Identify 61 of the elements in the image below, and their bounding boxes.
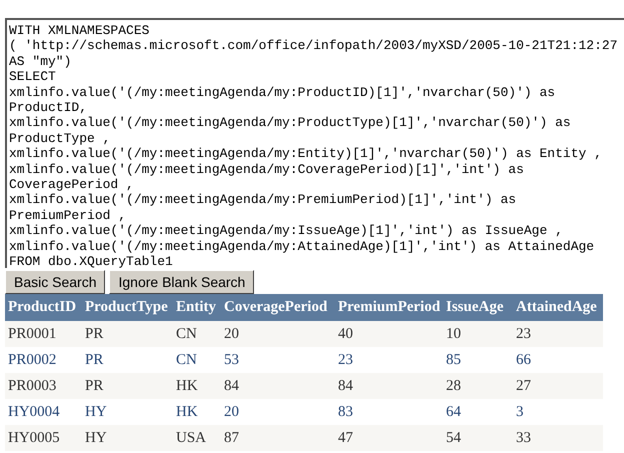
code-line: PremiumPeriod , — [9, 208, 126, 224]
column-header: CoveragePeriod — [224, 298, 328, 318]
table-cell-text: 47 — [338, 428, 354, 448]
table-cell-text: 23 — [338, 350, 354, 370]
code-line: ProductID, — [9, 100, 88, 116]
code-line: xmlinfo.value('(/my:meetingAgenda/my:CoveragePeriod)[1]','int') as — [9, 162, 524, 178]
column-header: IssueAge — [446, 298, 505, 318]
column-header: PremiumPeriod — [338, 298, 442, 318]
table-cell-text: USA — [176, 428, 208, 448]
query-field[interactable] — [5, 18, 624, 268]
code-line: SELECT — [9, 69, 56, 85]
table-cell-text: 87 — [224, 428, 240, 448]
code-line: xmlinfo.value('(/my:meetingAgenda/my:IssueAge)[1]','int') as IssueAge , — [9, 223, 563, 239]
code-line: xmlinfo.value('(/my:meetingAgenda/my:AttainedAge)[1]','int') as AttainedAge — [9, 238, 594, 254]
table-cell-text: HK — [176, 402, 199, 422]
table-cell-text: PR — [85, 376, 104, 396]
table-cell-text: 85 — [446, 350, 462, 370]
table-cell-text: 53 — [224, 350, 240, 370]
table-cell-text: PR0001 — [8, 324, 58, 344]
code-line: xmlinfo.value('(/my:meetingAgenda/my:ProductType)[1]','nvarchar(50)') as — [9, 115, 571, 131]
column-header: ProductID — [8, 298, 78, 318]
table-cell-text: 84 — [338, 376, 354, 396]
table-cell-text: HY — [85, 428, 108, 448]
code-line: xmlinfo.value('(/my:meetingAgenda/my:PremiumPeriod)[1]','int') as — [9, 192, 516, 208]
table-cell-text: HK — [176, 376, 199, 396]
table-cell-text: HY0004 — [8, 402, 61, 422]
column-header: ProductType — [85, 298, 169, 318]
table-cell-text: 28 — [446, 376, 462, 396]
code-line: WITH XMLNAMESPACES — [9, 23, 150, 38]
table-cell-text: CN — [176, 324, 198, 344]
code-line: xmlinfo.value('(/my:meetingAgenda/my:Entity)[1]','nvarchar(50)') as Entity , — [9, 146, 602, 162]
code-line: xmlinfo.value('(/my:meetingAgenda/my:ProductID)[1]','nvarchar(50)') as — [9, 84, 556, 100]
code-line: CoveragePeriod , — [9, 177, 134, 192]
table-cell-text: 66 — [516, 350, 532, 370]
table-cell-text: 84 — [224, 376, 240, 396]
table-cell-text: 23 — [516, 324, 532, 344]
code-line: ProductType , — [9, 130, 110, 146]
search-button[interactable]: Basic Search — [5, 270, 106, 294]
code-line: FROM dbo.XQueryTable1 — [9, 254, 173, 268]
table-cell-text: 83 — [338, 402, 354, 422]
code-line: ( 'http://schemas.microsoft.com/office/infopath/2003/myXSD/2005-10-21T21:12:27 — [9, 38, 618, 54]
search-button[interactable]: Ignore Blank Search — [109, 270, 254, 294]
table-cell-text: 40 — [338, 324, 354, 344]
table-cell-text: 3 — [516, 402, 524, 422]
table-cell-text: 27 — [516, 376, 532, 396]
table-cell-text: HY — [85, 402, 108, 422]
table-cell-text: 33 — [516, 428, 532, 448]
table-cell-text: PR — [85, 324, 104, 344]
table-cell-text: 54 — [446, 428, 462, 448]
table-cell-text: PR0003 — [8, 376, 58, 396]
code-line: AS "my") — [9, 54, 72, 70]
table-cell-text: HY0005 — [8, 428, 61, 448]
table-cell-text: 10 — [446, 324, 462, 344]
column-header: Entity — [176, 298, 218, 318]
table-cell-text: PR — [85, 350, 104, 370]
table-cell-text: PR0002 — [8, 350, 58, 370]
column-header: AttainedAge — [516, 298, 598, 318]
table-cell-text: 64 — [446, 402, 462, 422]
table-cell-text: CN — [176, 350, 198, 370]
table-cell-text: 20 — [224, 324, 240, 344]
table-cell-text: 20 — [224, 402, 240, 422]
